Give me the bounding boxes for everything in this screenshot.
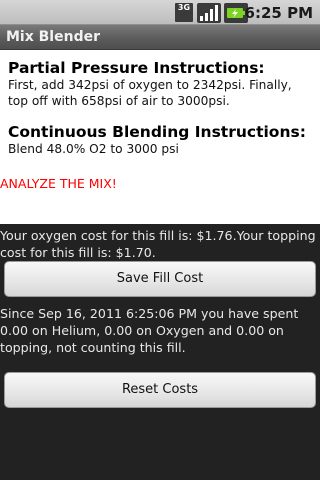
- partial-pressure-heading: Partial Pressure Instructions:: [8, 59, 265, 77]
- title-bar: Mix Blender: [0, 25, 320, 50]
- status-bar: 3G 6:25 PM: [0, 0, 320, 25]
- instructions-panel: Partial Pressure Instructions: First, ad…: [0, 50, 320, 224]
- network-type-label: 3G: [177, 3, 191, 12]
- reset-costs-button[interactable]: Reset Costs: [4, 372, 316, 408]
- continuous-blending-text: Blend 48.0% O2 to 3000 psi: [8, 142, 179, 156]
- analyze-warning: ANALYZE THE MIX!: [0, 176, 117, 191]
- fill-cost-text: Your oxygen cost for this fill is: $1.76…: [0, 228, 316, 260]
- app-title: Mix Blender: [6, 29, 100, 45]
- partial-pressure-text: First, add 342psi of oxygen to 2342psi. …: [8, 78, 292, 108]
- save-fill-cost-button[interactable]: Save Fill Cost: [4, 261, 316, 297]
- 3g-icon: 3G: [175, 3, 193, 22]
- signal-icon: [197, 3, 221, 23]
- continuous-blending-heading: Continuous Blending Instructions:: [8, 123, 306, 141]
- spent-summary-text: Since Sep 16, 2011 6:25:06 PM you have s…: [0, 306, 299, 355]
- status-time: 6:25 PM: [244, 4, 313, 22]
